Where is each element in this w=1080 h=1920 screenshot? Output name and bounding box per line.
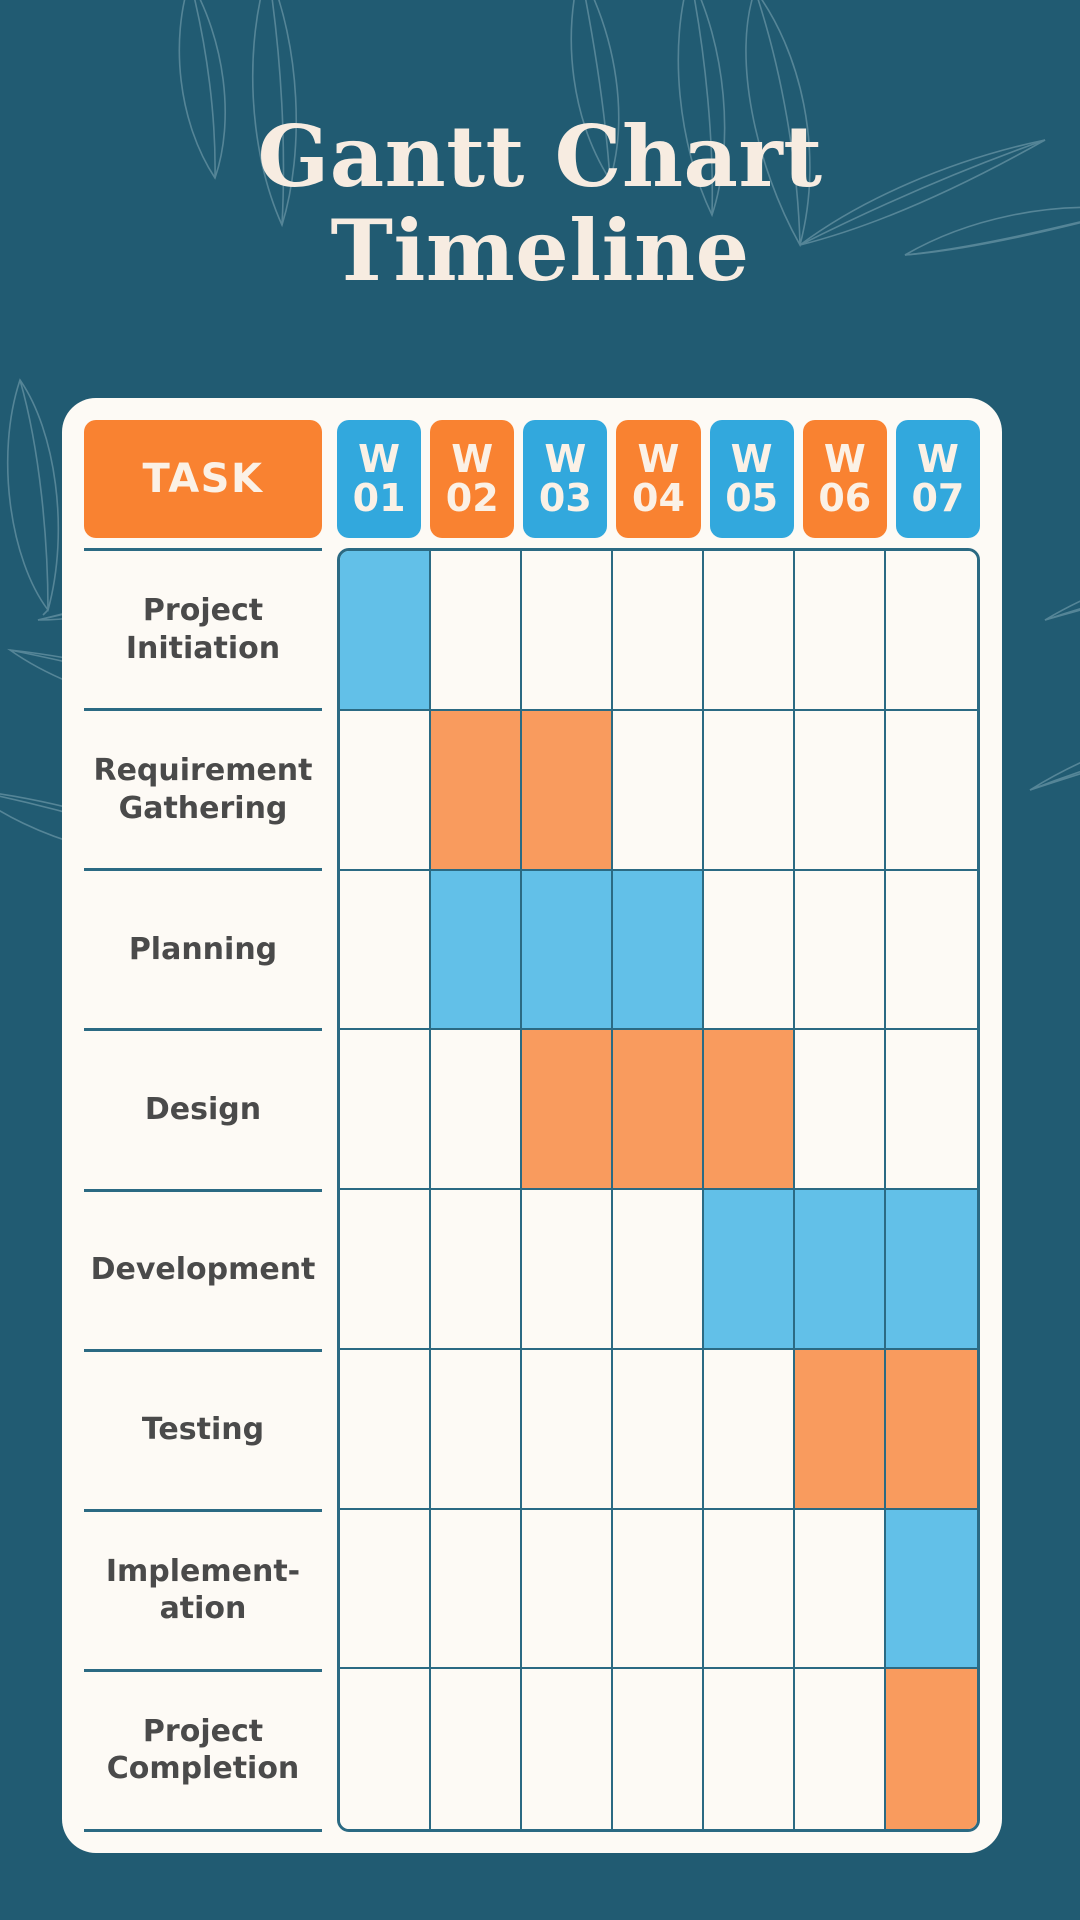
gantt-empty-cell[interactable]: [613, 1349, 704, 1510]
week-header-07[interactable]: W 07: [895, 420, 980, 538]
gantt-empty-cell[interactable]: [886, 870, 977, 1031]
task-label[interactable]: Implement- ation: [84, 1508, 322, 1669]
week-header-prefix: W: [451, 437, 494, 482]
page-title: Gantt Chart Timeline: [0, 107, 1080, 301]
gantt-bar-cell[interactable]: [522, 870, 613, 1031]
gantt-card: TASK W 01 W 02 W 03 W 04 W 05 W 06 W 07 Project Initi…: [62, 398, 1002, 1853]
gantt-empty-cell[interactable]: [886, 1030, 977, 1190]
task-label[interactable]: Project Initiation: [84, 548, 322, 708]
gantt-empty-cell[interactable]: [704, 870, 795, 1031]
gantt-empty-cell[interactable]: [522, 551, 613, 711]
gantt-empty-cell[interactable]: [340, 1030, 431, 1190]
gantt-empty-cell[interactable]: [886, 710, 977, 871]
gantt-empty-cell[interactable]: [340, 1669, 431, 1829]
week-header-number: 05: [725, 476, 779, 520]
week-header-number: 02: [445, 476, 499, 520]
week-header-prefix: W: [544, 437, 587, 482]
gantt-empty-cell[interactable]: [522, 1349, 613, 1510]
week-header-prefix: W: [823, 437, 866, 482]
gantt-empty-cell[interactable]: [613, 551, 704, 711]
gantt-empty-cell[interactable]: [704, 1669, 795, 1829]
week-headers: W 01 W 02 W 03 W 04 W 05 W 06 W 07: [337, 420, 980, 538]
gantt-empty-cell[interactable]: [431, 1669, 522, 1829]
gantt-empty-cell[interactable]: [340, 1349, 431, 1510]
gantt-bar-cell[interactable]: [613, 870, 704, 1031]
gantt-empty-cell[interactable]: [613, 1509, 704, 1670]
gantt-bar-cell[interactable]: [886, 1509, 977, 1670]
gantt-empty-cell[interactable]: [431, 551, 522, 711]
gantt-bar-cell[interactable]: [704, 1190, 795, 1350]
gantt-empty-cell[interactable]: [340, 870, 431, 1031]
gantt-header-row: TASK W 01 W 02 W 03 W 04 W 05 W 06 W 07: [84, 420, 980, 538]
week-header-prefix: W: [358, 437, 401, 482]
gantt-empty-cell[interactable]: [340, 1509, 431, 1670]
gantt-empty-cell[interactable]: [795, 710, 886, 871]
week-header-03[interactable]: W 03: [523, 420, 608, 538]
title-line-2: Timeline: [330, 201, 750, 301]
gantt-empty-cell[interactable]: [704, 1509, 795, 1670]
gantt-empty-cell[interactable]: [431, 1030, 522, 1190]
gantt-empty-cell[interactable]: [704, 710, 795, 871]
week-header-prefix: W: [637, 437, 680, 482]
gantt-bar-cell[interactable]: [522, 710, 613, 871]
gantt-bar-cell[interactable]: [522, 1030, 613, 1190]
gantt-empty-cell[interactable]: [431, 1509, 522, 1670]
gantt-bar-cell[interactable]: [613, 1030, 704, 1190]
gantt-empty-cell[interactable]: [795, 1509, 886, 1670]
week-header-01[interactable]: W 01: [337, 420, 422, 538]
gantt-bar-cell[interactable]: [704, 1030, 795, 1190]
gantt-empty-cell[interactable]: [431, 1190, 522, 1350]
gantt-empty-cell[interactable]: [522, 1669, 613, 1829]
gantt-empty-cell[interactable]: [795, 551, 886, 711]
gantt-empty-cell[interactable]: [795, 1669, 886, 1829]
gantt-bar-cell[interactable]: [431, 710, 522, 871]
task-name-column: Project Initiation Requirement Gathering P…: [84, 548, 322, 1832]
task-label[interactable]: Project Completion: [84, 1668, 322, 1832]
gantt-bar-cell[interactable]: [431, 870, 522, 1031]
gantt-body: Project Initiation Requirement Gathering P…: [84, 548, 980, 1832]
gantt-empty-cell[interactable]: [613, 1669, 704, 1829]
task-label[interactable]: Planning: [84, 868, 322, 1028]
gantt-empty-cell[interactable]: [704, 551, 795, 711]
gantt-bar-cell[interactable]: [886, 1349, 977, 1510]
gantt-bar-cell[interactable]: [795, 1349, 886, 1510]
task-label[interactable]: Testing: [84, 1348, 322, 1509]
week-header-number: 06: [818, 476, 872, 520]
task-label[interactable]: Development: [84, 1188, 322, 1349]
gantt-empty-cell[interactable]: [613, 1190, 704, 1350]
week-header-04[interactable]: W 04: [616, 420, 701, 538]
gantt-empty-cell[interactable]: [613, 710, 704, 871]
week-header-05[interactable]: W 05: [709, 420, 794, 538]
task-column-header: TASK: [84, 420, 322, 538]
gantt-bar-cell[interactable]: [340, 551, 431, 711]
gantt-grid: [337, 548, 980, 1832]
task-label[interactable]: Requirement Gathering: [84, 708, 322, 868]
gantt-empty-cell[interactable]: [431, 1349, 522, 1510]
gantt-empty-cell[interactable]: [340, 710, 431, 871]
week-header-number: 03: [538, 476, 592, 520]
week-header-prefix: W: [916, 437, 959, 482]
gantt-empty-cell[interactable]: [795, 1030, 886, 1190]
gantt-empty-cell[interactable]: [340, 1190, 431, 1350]
gantt-empty-cell[interactable]: [886, 551, 977, 711]
week-header-number: 01: [352, 476, 406, 520]
gantt-bar-cell[interactable]: [795, 1190, 886, 1350]
gantt-bar-cell[interactable]: [886, 1190, 977, 1350]
gantt-empty-cell[interactable]: [795, 870, 886, 1031]
gantt-bar-cell[interactable]: [886, 1669, 977, 1829]
title-line-1: Gantt Chart: [257, 107, 823, 206]
task-label[interactable]: Design: [84, 1028, 322, 1188]
gantt-empty-cell[interactable]: [522, 1509, 613, 1670]
week-header-06[interactable]: W 06: [802, 420, 887, 538]
week-header-prefix: W: [730, 437, 773, 482]
week-header-number: 04: [632, 476, 685, 520]
week-header-02[interactable]: W 02: [430, 420, 515, 538]
gantt-empty-cell[interactable]: [522, 1190, 613, 1350]
week-header-number: 07: [911, 476, 965, 520]
gantt-empty-cell[interactable]: [704, 1349, 795, 1510]
